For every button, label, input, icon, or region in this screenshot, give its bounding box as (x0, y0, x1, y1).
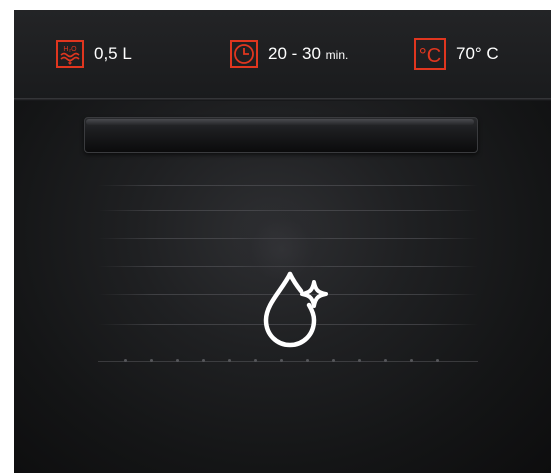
oven-front: H₂O 0,5 L 20 - 30 min. °C 70° C (14, 10, 551, 473)
time-duration: 20 - 30 min. (268, 44, 349, 63)
rack-dot (228, 359, 231, 362)
door-handle-highlight (86, 119, 474, 125)
rack-dot (150, 359, 153, 362)
clock-icon (230, 40, 258, 68)
rack-dot (410, 359, 413, 362)
rack-dot (176, 359, 179, 362)
temperature-value: 70° C (456, 44, 499, 63)
water-h2o-icon: H₂O (56, 40, 84, 68)
rack-dot (202, 359, 205, 362)
celsius-icon: °C (414, 38, 446, 70)
svg-text:°C: °C (419, 45, 441, 67)
bottom-rack (98, 361, 478, 362)
rack-dot (358, 359, 361, 362)
time-spec: 20 - 30 min. (230, 39, 348, 69)
oven-rack (98, 185, 478, 186)
rack-dot (436, 359, 439, 362)
water-spec: H₂O 0,5 L (56, 39, 132, 69)
svg-text:H₂O: H₂O (63, 46, 77, 53)
steam-clean-drop-sparkle-icon (260, 268, 336, 350)
time-unit: min. (325, 48, 349, 62)
rack-dot (332, 359, 335, 362)
rack-dot (384, 359, 387, 362)
rack-dot (124, 359, 127, 362)
rack-dot (306, 359, 309, 362)
rack-dot (254, 359, 257, 362)
temperature-spec: °C 70° C (414, 38, 499, 70)
control-panel: H₂O 0,5 L 20 - 30 min. °C 70° C (14, 10, 551, 99)
water-amount: 0,5 L (94, 44, 132, 63)
panel-divider (14, 98, 551, 101)
rack-dot (280, 359, 283, 362)
